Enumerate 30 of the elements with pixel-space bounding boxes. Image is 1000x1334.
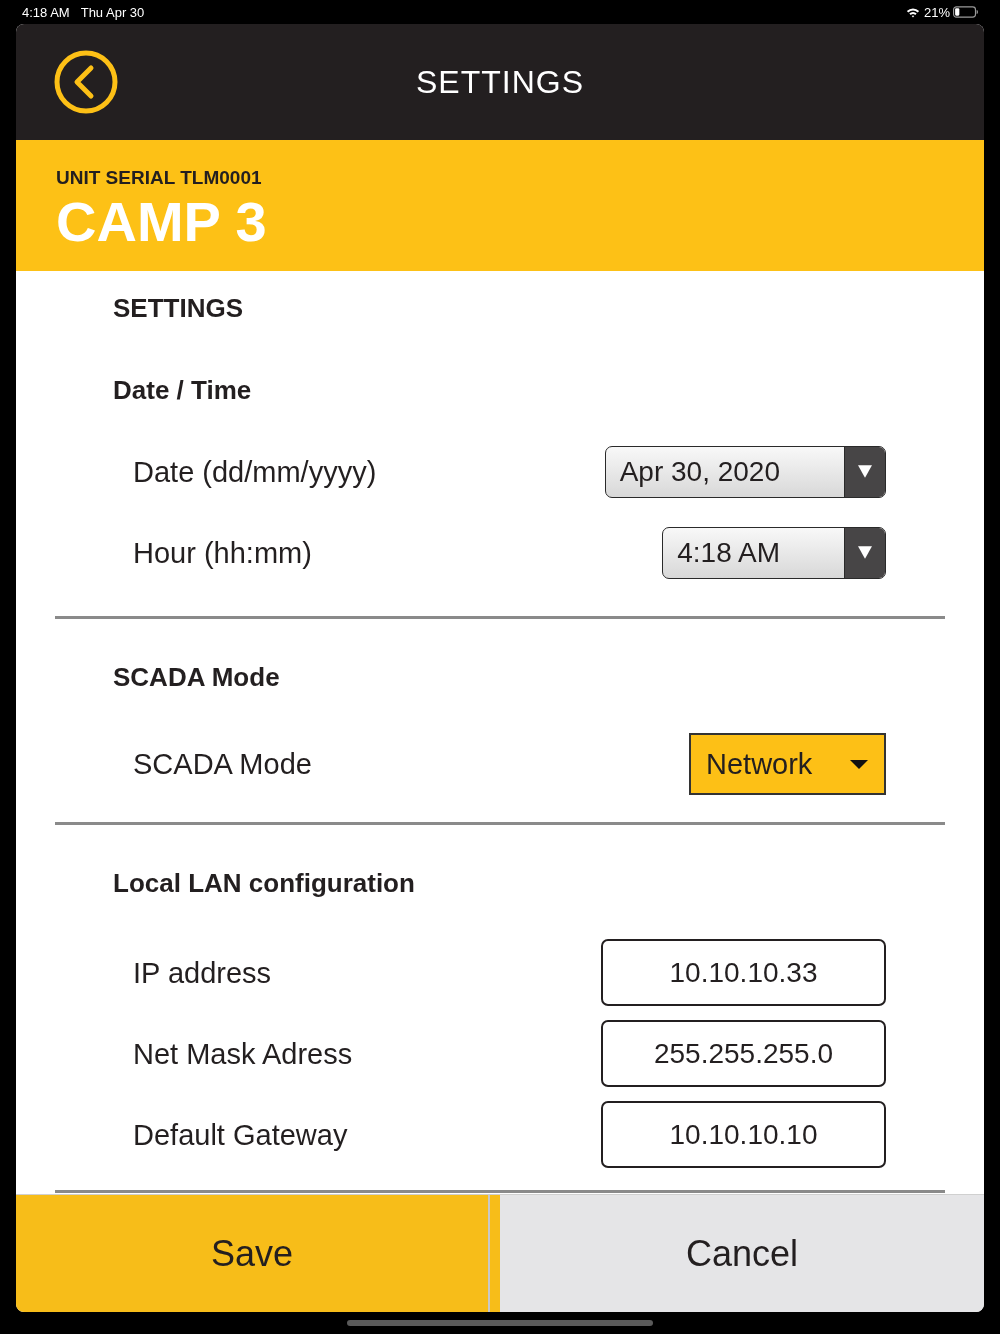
caret-icon [844, 447, 885, 497]
header-title: SETTINGS [416, 63, 584, 101]
status-date: Thu Apr 30 [80, 4, 145, 20]
select-dropdown[interactable]: Network [689, 733, 886, 795]
battery-percent: 21% [923, 4, 950, 20]
wifi-icon [905, 6, 920, 18]
input-field[interactable]: 10.10.10.33 [601, 939, 886, 1006]
field-label: Date (dd/mm/yyyy) [133, 455, 377, 490]
section-title: Date / Time [113, 374, 252, 407]
picker-dropdown[interactable]: Apr 30, 2020 [604, 446, 886, 498]
save-button[interactable]: Save [16, 1195, 500, 1312]
battery-icon [953, 6, 978, 18]
section-title: SCADA Mode [113, 661, 280, 694]
unit-serial: UNIT SERIAL TLM0001 [56, 167, 262, 189]
field-label: Default Gateway [133, 1117, 348, 1153]
section-title: Local LAN configuration [113, 867, 415, 900]
picker-dropdown[interactable]: 4:18 AM [662, 527, 886, 579]
input-field[interactable]: 10.10.10.10 [601, 1101, 886, 1168]
field-label: Hour (hh:mm) [133, 536, 312, 571]
caret-icon [844, 528, 885, 578]
unit-name: CAMP 3 [56, 192, 267, 252]
input-field[interactable]: 255.255.255.0 [601, 1020, 886, 1087]
field-label: Net Mask Adress [133, 1036, 353, 1072]
back-icon[interactable] [54, 50, 118, 114]
field-label: IP address [133, 955, 272, 991]
field-label: SCADA Mode [133, 747, 312, 782]
cancel-button[interactable]: Cancel [500, 1195, 984, 1312]
status-time: 4:18 AM [22, 4, 70, 20]
page-title: SETTINGS [113, 292, 243, 325]
caret-icon [850, 759, 868, 769]
